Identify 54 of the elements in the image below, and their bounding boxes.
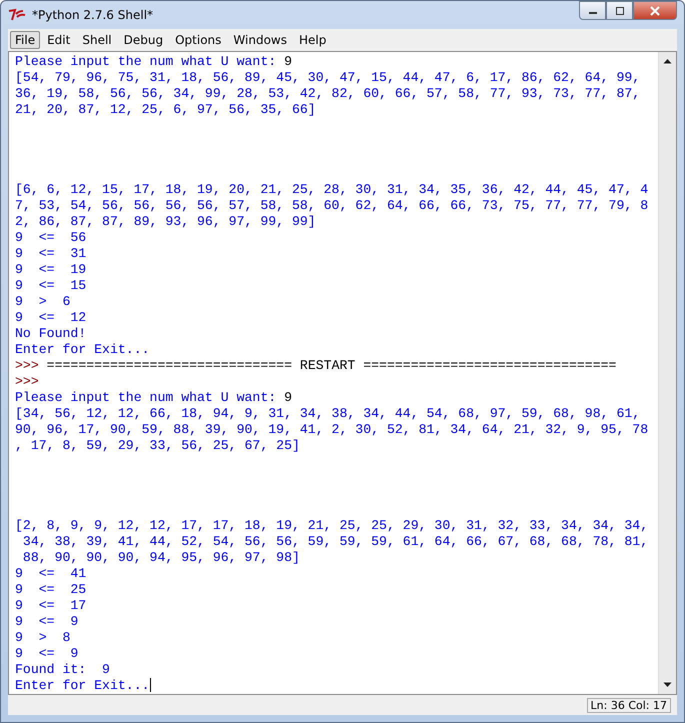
- output-text: 36, 19, 58, 56, 56, 34, 99, 28, 53, 42, 82, 60, 66, 57, 58, 77, 93, 73, 77, 87,: [15, 86, 640, 101]
- output-text: 7, 53, 54, 56, 56, 56, 56, 57, 58, 58, 60, 62, 64, 66, 66, 73, 75, 77, 77, 79, 8: [15, 198, 648, 213]
- cursor-position: Ln: 36 Col: 17: [586, 698, 671, 712]
- menu-item[interactable]: Debug: [118, 31, 168, 49]
- output-text: No Found!: [15, 326, 86, 341]
- output-text: 9 <= 19: [15, 262, 86, 277]
- menu-item[interactable]: Windows: [228, 31, 292, 49]
- output-text: 88, 90, 90, 90, 94, 95, 96, 97, 98]: [22, 550, 300, 565]
- maximize-button[interactable]: [606, 1, 633, 20]
- output-text: 21, 20, 87, 12, 25, 6, 97, 56, 35, 66]: [15, 102, 316, 117]
- menu-item[interactable]: Help: [294, 31, 332, 49]
- prompt-text: Please input the num what U want:: [15, 390, 278, 405]
- output-text: [2, 8, 9, 9, 12, 12, 17, 17, 18, 19, 21, 25, 25, 29, 30, 31, 32, 33, 34, 34, 34,: [15, 518, 648, 533]
- output-text: , 17, 8, 59, 29, 33, 56, 25, 67, 25]: [15, 438, 300, 453]
- maximize-icon: [614, 6, 624, 14]
- output-text: 9 <= 56: [15, 230, 86, 245]
- output-text: Found it: 9: [15, 662, 110, 677]
- output-text: 9 <= 41: [15, 566, 86, 581]
- scroll-up-icon[interactable]: [663, 58, 672, 64]
- output-text: 9 > 8: [15, 630, 70, 645]
- user-input-text: 9: [284, 54, 292, 69]
- text-cursor: [150, 678, 151, 692]
- menu-item[interactable]: Edit: [42, 31, 76, 49]
- output-text: 9 <= 25: [15, 582, 86, 597]
- output-text: 2, 86, 87, 87, 89, 93, 96, 97, 99, 99]: [15, 214, 316, 229]
- window-title: *Python 2.7.6 Shell*: [32, 8, 154, 22]
- prompt-text: Please input the num what U want:: [15, 54, 278, 69]
- output-text: 9 <= 9: [15, 646, 78, 661]
- menu-item[interactable]: Options: [170, 31, 226, 49]
- shell-prompt: >>>: [15, 358, 39, 373]
- restart-banner-text: =============================== RESTART ================================: [46, 358, 616, 373]
- close-button[interactable]: [633, 1, 677, 20]
- output-text: Enter for Exit...: [15, 342, 150, 357]
- output-text: Enter for Exit...: [15, 678, 150, 693]
- menu-item[interactable]: File: [10, 31, 40, 49]
- output-text: 9 <= 15: [15, 278, 86, 293]
- output-text: [6, 6, 12, 15, 17, 18, 19, 20, 21, 25, 28, 30, 31, 34, 35, 36, 42, 44, 45, 47, 4: [15, 182, 648, 197]
- output-text: 9 > 6: [15, 294, 70, 309]
- vertical-scrollbar[interactable]: [658, 52, 676, 694]
- output-text: [34, 56, 12, 12, 66, 18, 94, 9, 31, 34, 38, 34, 44, 54, 68, 97, 59, 68, 98, 61,: [15, 406, 640, 421]
- user-input-text: 9: [284, 390, 292, 405]
- output-text: 34, 38, 39, 41, 44, 52, 54, 56, 56, 59, 59, 59, 61, 64, 66, 67, 68, 68, 78, 81,: [22, 534, 648, 549]
- scroll-down-icon[interactable]: [663, 682, 672, 688]
- close-icon: [650, 6, 660, 16]
- output-text: 9 <= 17: [15, 598, 86, 613]
- output-text: [54, 79, 96, 75, 31, 18, 56, 89, 45, 30, 47, 15, 44, 47, 6, 17, 86, 62, 64, 99,: [15, 70, 640, 85]
- output-text: 9 <= 9: [15, 614, 78, 629]
- menu-item[interactable]: Shell: [77, 31, 117, 49]
- feather-icon: [8, 8, 26, 22]
- output-text: 90, 96, 17, 90, 59, 88, 39, 90, 19, 41, 2, 30, 52, 81, 34, 64, 21, 32, 9, 95, 78: [15, 422, 648, 437]
- minimize-button[interactable]: [579, 1, 606, 20]
- shell-prompt: >>>: [15, 374, 39, 389]
- output-text: 9 <= 12: [15, 310, 86, 325]
- output-text: 9 <= 31: [15, 246, 86, 261]
